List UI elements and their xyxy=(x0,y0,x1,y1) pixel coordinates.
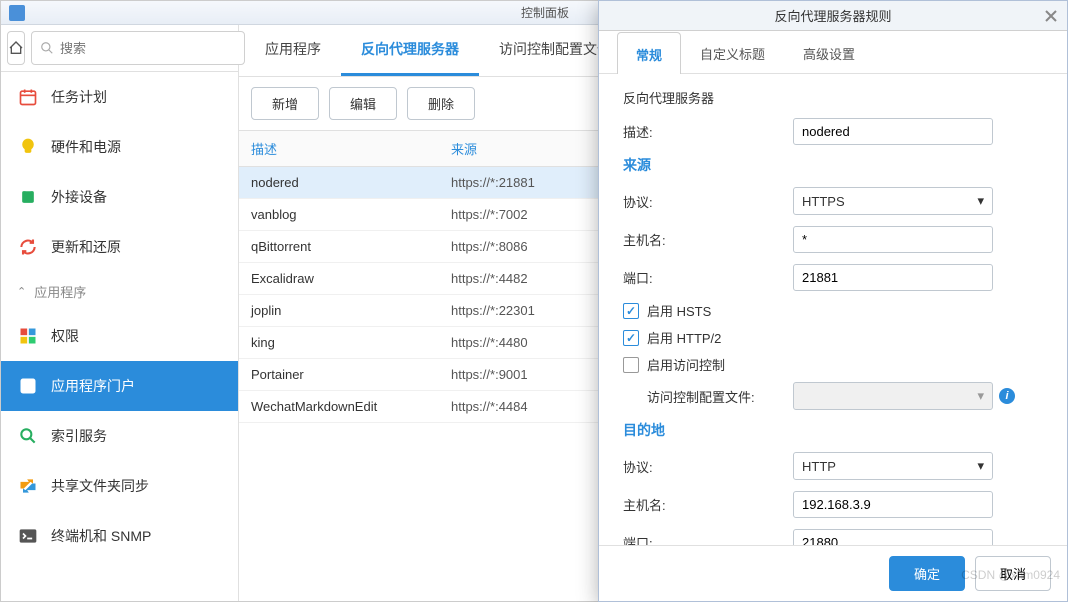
section-label: 应用程序 xyxy=(34,282,86,301)
section-source: 来源 xyxy=(623,155,1043,175)
sidebar-item-label: 任务计划 xyxy=(51,87,107,107)
desc-input[interactable] xyxy=(793,118,993,145)
sidebar-item-label: 共享文件夹同步 xyxy=(51,476,149,496)
dst-protocol-select[interactable]: HTTP ▾ xyxy=(793,452,993,480)
http2-label: 启用 HTTP/2 xyxy=(647,328,721,347)
tab-应用程序[interactable]: 应用程序 xyxy=(245,25,341,76)
dst-port-label: 端口: xyxy=(623,533,793,546)
search-icon xyxy=(40,41,54,55)
hsts-checkbox[interactable] xyxy=(623,303,639,319)
dst-host-input[interactable] xyxy=(793,491,993,518)
sidebar-top xyxy=(1,25,238,72)
desc-label: 描述: xyxy=(623,122,793,141)
cell-desc: nodered xyxy=(239,167,439,198)
sidebar-section-apps[interactable]: ⌃ 应用程序 xyxy=(1,272,238,311)
dialog-tabs: 常规自定义标题高级设置 xyxy=(599,31,1067,74)
dialog-titlebar: 反向代理服务器规则 xyxy=(599,1,1067,31)
app-icon xyxy=(9,5,25,21)
edit-button[interactable]: 编辑 xyxy=(329,87,397,120)
cell-desc: qBittorrent xyxy=(239,231,439,262)
sidebar-item-portal[interactable]: 应用程序门户 xyxy=(1,361,238,411)
cell-desc: vanblog xyxy=(239,199,439,230)
src-protocol-value: HTTPS xyxy=(802,194,845,209)
sync-icon xyxy=(17,475,39,497)
dst-port-input[interactable] xyxy=(793,529,993,546)
sidebar-item-label: 更新和还原 xyxy=(51,237,121,257)
search-box[interactable] xyxy=(31,31,245,65)
section-server: 反向代理服务器 xyxy=(623,88,1043,107)
src-protocol-select[interactable]: HTTPS ▾ xyxy=(793,187,993,215)
cell-desc: Portainer xyxy=(239,359,439,390)
dst-protocol-value: HTTP xyxy=(802,459,836,474)
http2-checkbox[interactable] xyxy=(623,330,639,346)
cell-desc: joplin xyxy=(239,295,439,326)
dialog-title: 反向代理服务器规则 xyxy=(774,6,891,25)
usb-icon xyxy=(17,186,39,208)
terminal-icon xyxy=(17,525,39,547)
watermark: CSDN @xhm0924 xyxy=(961,568,1060,582)
delete-button[interactable]: 删除 xyxy=(407,87,475,120)
sidebar-item-calendar[interactable]: 任务计划 xyxy=(1,72,238,122)
cell-desc: WechatMarkdownEdit xyxy=(239,391,439,422)
src-protocol-label: 协议: xyxy=(623,192,793,211)
grid-icon xyxy=(17,325,39,347)
ok-button[interactable]: 确定 xyxy=(889,556,965,591)
search-icon xyxy=(17,425,39,447)
hsts-label: 启用 HSTS xyxy=(647,301,711,320)
acl-file-select: ▾ xyxy=(793,382,993,410)
home-icon xyxy=(8,40,24,56)
sidebar-list: 任务计划硬件和电源外接设备更新和还原 ⌃ 应用程序 权限应用程序门户索引服务共享… xyxy=(1,72,238,601)
sidebar-item-terminal[interactable]: 终端机和 SNMP xyxy=(1,511,238,561)
search-input[interactable] xyxy=(60,41,236,56)
dialog-tab-常规[interactable]: 常规 xyxy=(617,32,681,74)
src-host-input[interactable] xyxy=(793,226,993,253)
cell-desc: king xyxy=(239,327,439,358)
section-dest: 目的地 xyxy=(623,420,1043,440)
hsts-checkbox-row[interactable]: 启用 HSTS xyxy=(623,301,1043,320)
sidebar-item-label: 权限 xyxy=(51,326,79,346)
tab-反向代理服务器[interactable]: 反向代理服务器 xyxy=(341,25,479,76)
new-button[interactable]: 新增 xyxy=(251,87,319,120)
col-desc[interactable]: 描述 xyxy=(239,131,439,166)
acl-file-label: 访问控制配置文件: xyxy=(623,387,793,406)
dst-host-label: 主机名: xyxy=(623,495,793,514)
dialog-tab-自定义标题[interactable]: 自定义标题 xyxy=(681,31,784,73)
src-port-input[interactable] xyxy=(793,264,993,291)
sidebar-item-label: 索引服务 xyxy=(51,426,107,446)
sidebar-item-label: 应用程序门户 xyxy=(51,376,135,396)
sidebar-item-refresh[interactable]: 更新和还原 xyxy=(1,222,238,272)
portal-icon xyxy=(17,375,39,397)
src-host-label: 主机名: xyxy=(623,230,793,249)
acl-checkbox-row[interactable]: 启用访问控制 xyxy=(623,355,1043,374)
acl-label: 启用访问控制 xyxy=(647,355,725,374)
chevron-down-icon: ▾ xyxy=(977,193,984,209)
refresh-icon xyxy=(17,236,39,258)
dialog-body: 反向代理服务器 描述: 来源 协议: HTTPS ▾ 主机名: 端口: 启用 H xyxy=(599,74,1067,545)
dialog-tab-高级设置[interactable]: 高级设置 xyxy=(784,31,874,73)
sidebar: 任务计划硬件和电源外接设备更新和还原 ⌃ 应用程序 权限应用程序门户索引服务共享… xyxy=(1,25,239,601)
src-port-label: 端口: xyxy=(623,268,793,287)
dst-protocol-label: 协议: xyxy=(623,457,793,476)
http2-checkbox-row[interactable]: 启用 HTTP/2 xyxy=(623,328,1043,347)
sidebar-item-grid[interactable]: 权限 xyxy=(1,311,238,361)
home-button[interactable] xyxy=(7,31,25,65)
sidebar-item-search[interactable]: 索引服务 xyxy=(1,411,238,461)
chevron-down-icon: ▾ xyxy=(977,388,984,404)
sidebar-item-sync[interactable]: 共享文件夹同步 xyxy=(1,461,238,511)
bulb-icon xyxy=(17,136,39,158)
reverse-proxy-dialog: 反向代理服务器规则 常规自定义标题高级设置 反向代理服务器 描述: 来源 协议:… xyxy=(598,0,1068,602)
acl-checkbox[interactable] xyxy=(623,357,639,373)
sidebar-item-label: 硬件和电源 xyxy=(51,137,121,157)
sidebar-item-label: 终端机和 SNMP xyxy=(51,526,151,546)
chevron-up-icon: ⌃ xyxy=(17,285,26,298)
sidebar-item-label: 外接设备 xyxy=(51,187,107,207)
calendar-icon xyxy=(17,86,39,108)
close-button[interactable] xyxy=(1041,6,1061,26)
cell-desc: Excalidraw xyxy=(239,263,439,294)
sidebar-item-usb[interactable]: 外接设备 xyxy=(1,172,238,222)
close-icon xyxy=(1045,10,1057,22)
info-icon[interactable]: i xyxy=(999,388,1015,404)
chevron-down-icon: ▾ xyxy=(977,458,984,474)
sidebar-item-bulb[interactable]: 硬件和电源 xyxy=(1,122,238,172)
